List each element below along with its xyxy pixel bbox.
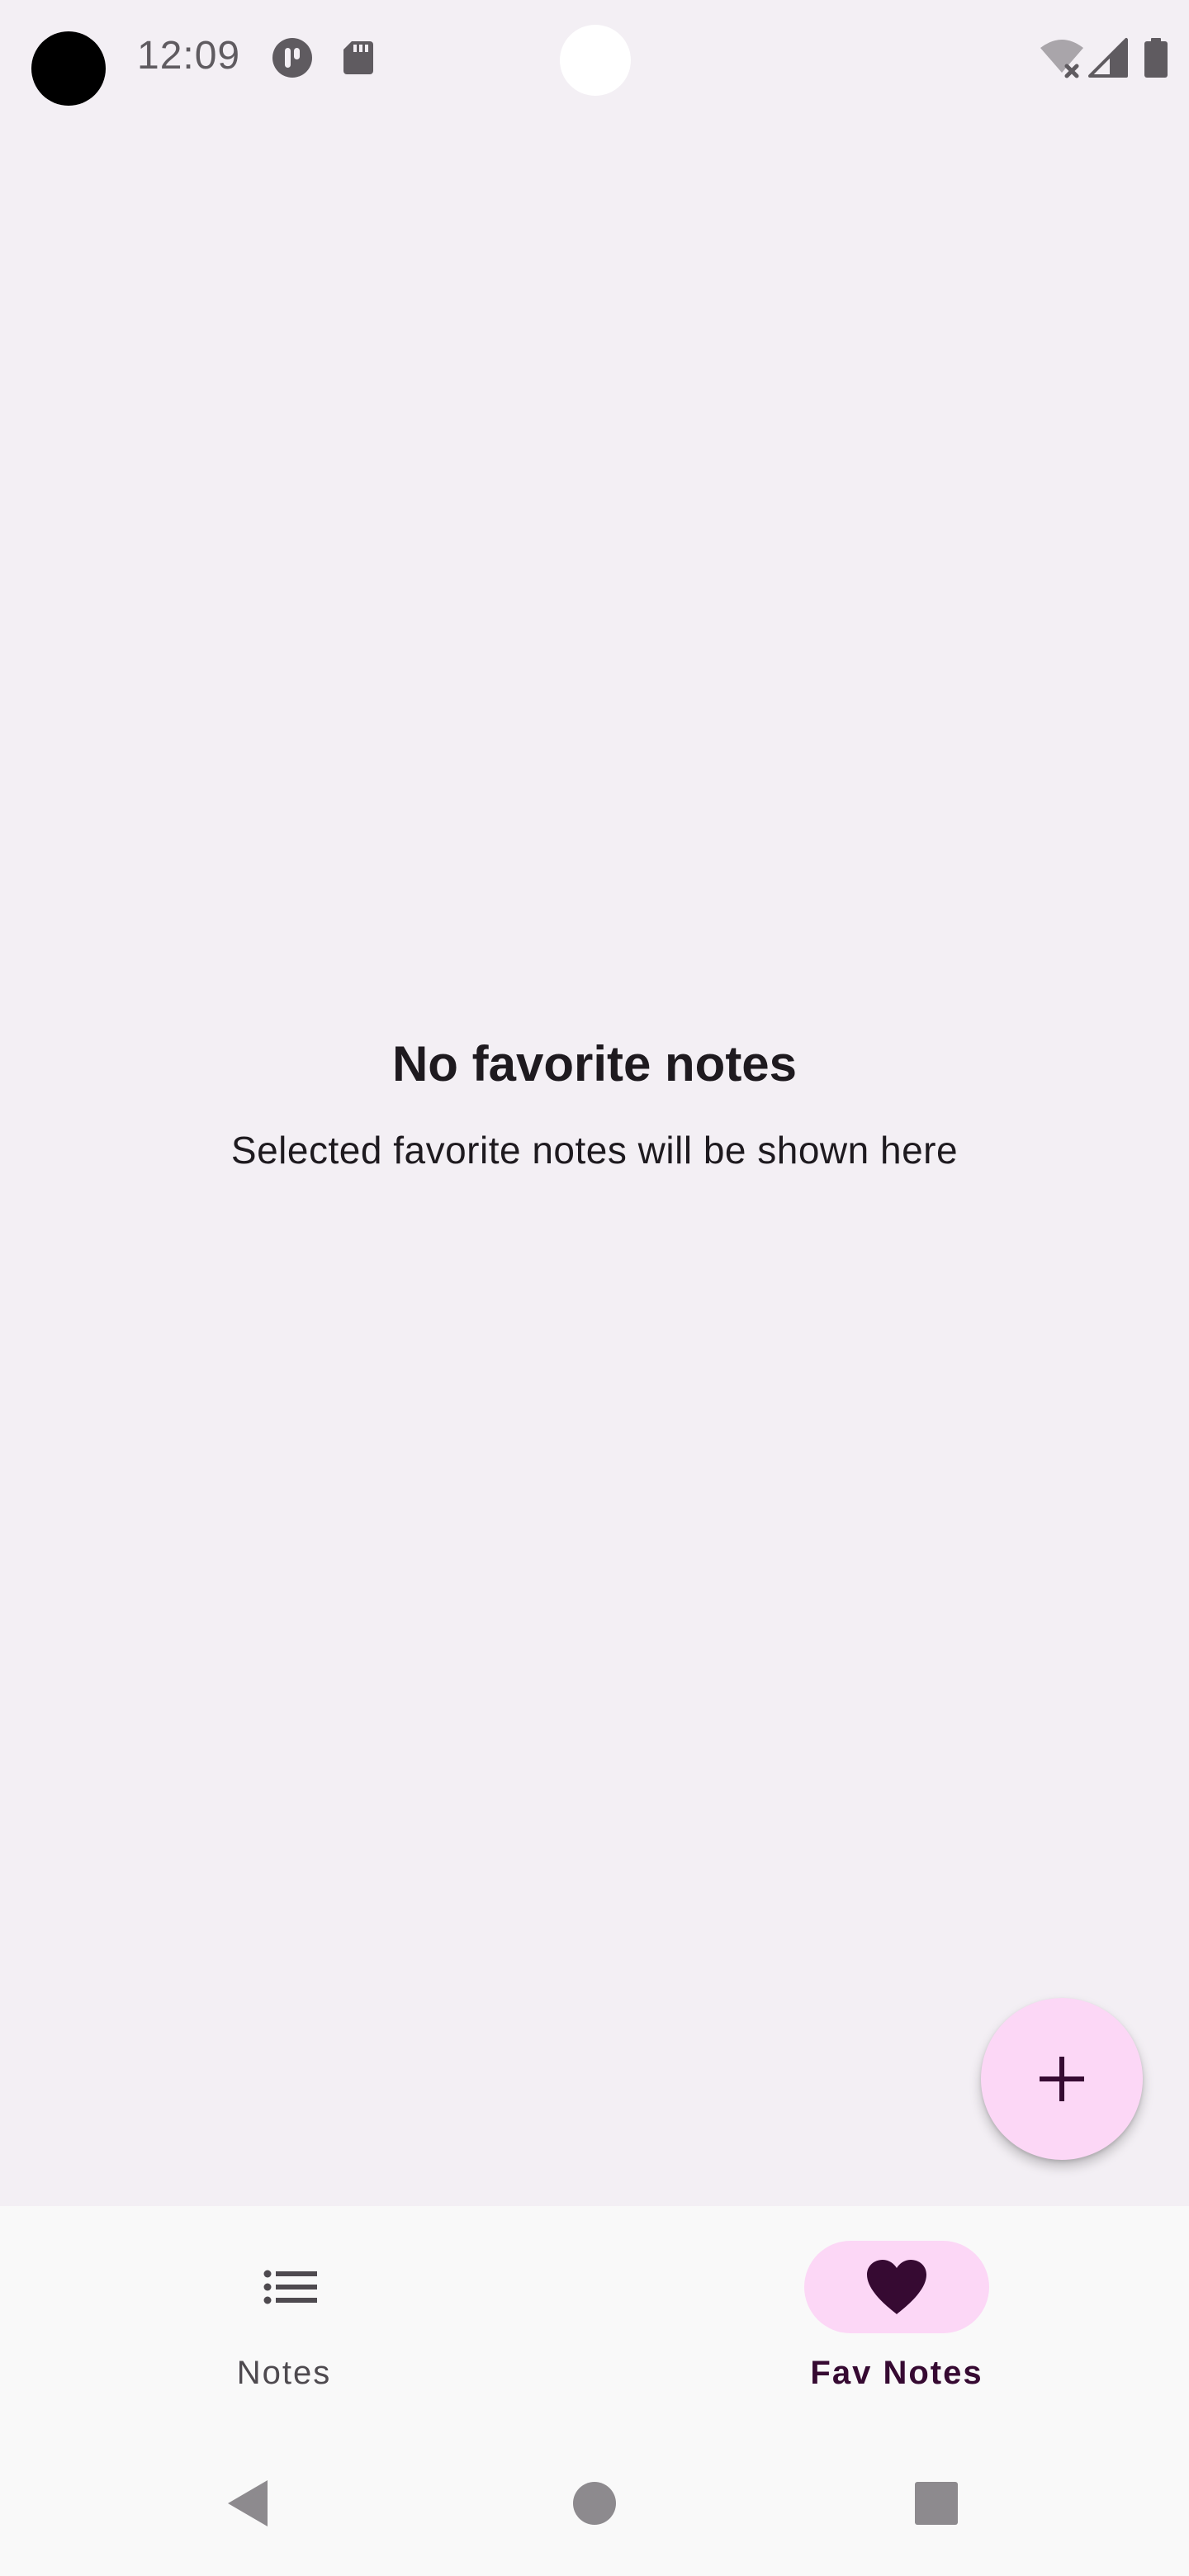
plus-icon [1040, 2057, 1084, 2101]
status-time: 12:09 [137, 34, 241, 78]
wifi-off-icon [1040, 40, 1083, 78]
add-note-button[interactable] [981, 1998, 1143, 2160]
cellular-signal-icon [1088, 38, 1128, 78]
empty-state-title: No favorite notes [391, 1036, 798, 1091]
heart-icon [867, 2260, 926, 2314]
list-icon [263, 2270, 317, 2304]
nav-label-notes: Notes [236, 2355, 332, 2391]
empty-state-subtitle: Selected favorite notes will be shown he… [230, 1129, 959, 1172]
back-icon [228, 2480, 268, 2526]
camera-cutout [560, 25, 631, 96]
fav-notes-screen: 12:09 No favorite notes Selected favorit… [0, 0, 1189, 2576]
system-back-button[interactable] [206, 2462, 289, 2545]
app-notification-icon [272, 38, 312, 78]
system-home-button[interactable] [553, 2462, 636, 2545]
nav-label-fav-notes: Fav Notes [810, 2355, 983, 2391]
home-icon [573, 2482, 616, 2525]
nav-item-notes[interactable]: Notes [0, 2206, 594, 2429]
nav-indicator [198, 2241, 383, 2333]
system-recents-button[interactable] [895, 2462, 978, 2545]
status-bar: 12:09 [0, 0, 1189, 124]
system-navigation-bar [0, 2429, 1189, 2576]
nav-indicator-active [804, 2241, 989, 2333]
nav-item-fav-notes[interactable]: Fav Notes [594, 2206, 1189, 2429]
battery-icon [1144, 38, 1168, 78]
bottom-navigation: Notes Fav Notes [0, 2206, 1189, 2429]
recents-icon [915, 2482, 958, 2525]
status-indicator-dot [31, 31, 106, 106]
sd-card-icon [343, 41, 373, 74]
